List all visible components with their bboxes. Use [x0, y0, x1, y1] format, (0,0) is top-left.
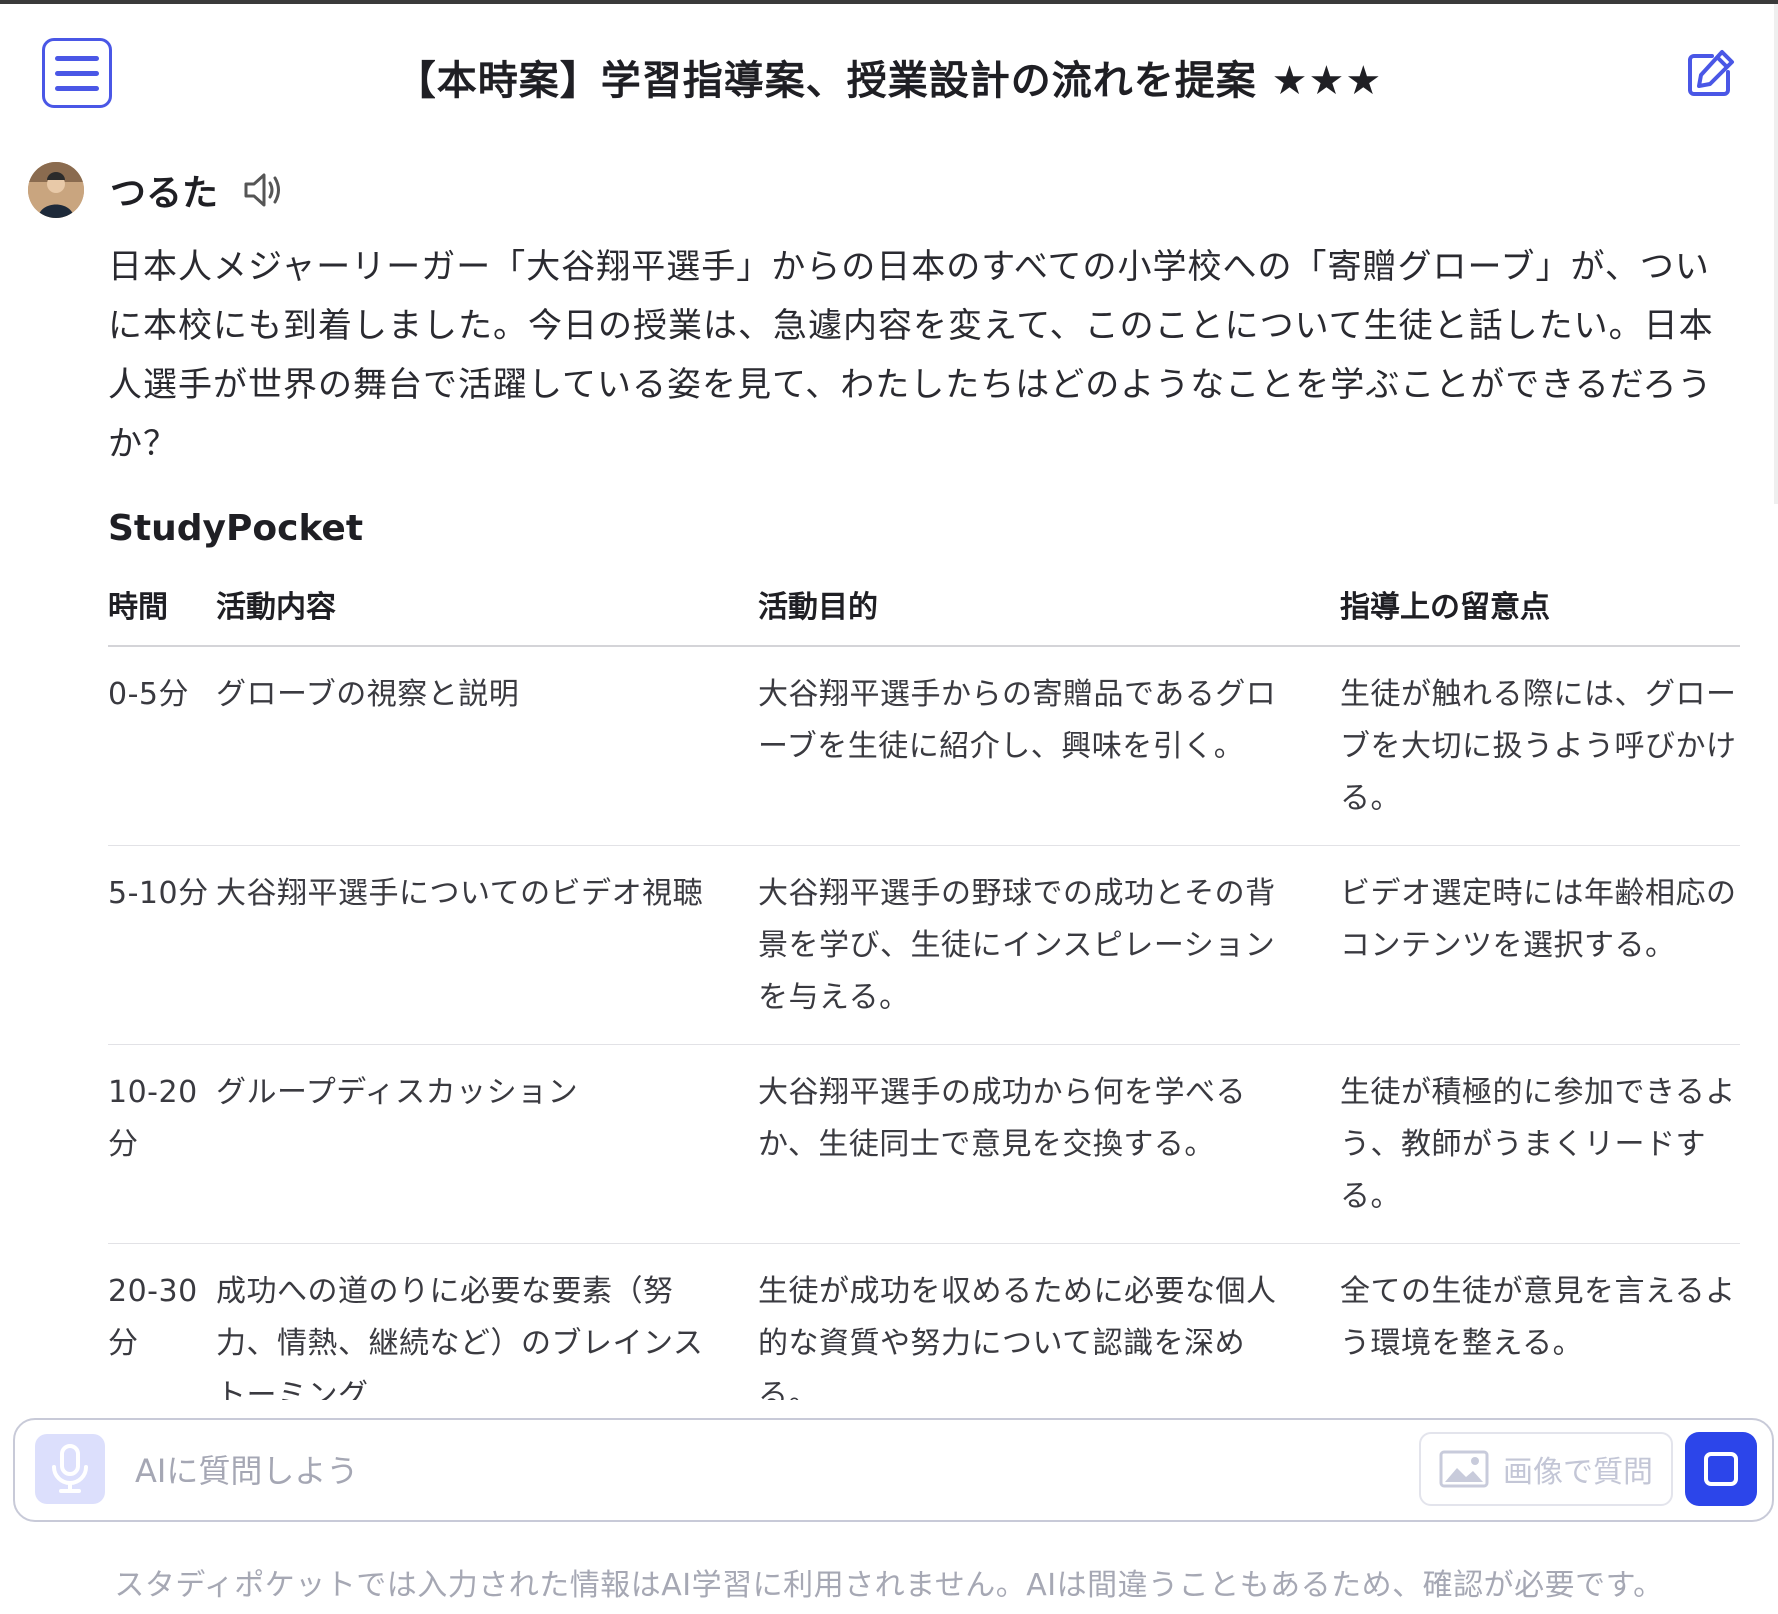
- table-cell: グループディスカッション: [216, 1044, 758, 1244]
- table-cell: 0-5分: [108, 646, 216, 846]
- table-cell: 10-20分: [108, 1044, 216, 1244]
- table-cell: 成功への道のりに必要な要素（努力、情熱、継続など）のブレインストーミング: [216, 1243, 758, 1400]
- avatar-image: [28, 162, 84, 218]
- edit-pencil-icon[interactable]: [1682, 46, 1738, 102]
- chat-input-bar: 画像で質問: [13, 1418, 1774, 1522]
- image-question-button[interactable]: 画像で質問: [1419, 1432, 1673, 1506]
- table-cell: 全ての生徒が意見を言えるよう環境を整える。: [1340, 1243, 1740, 1400]
- column-header-time: 時間: [108, 570, 216, 647]
- stop-square-icon: [1704, 1452, 1738, 1486]
- assistant-name: StudyPocket: [108, 508, 364, 549]
- user-question: 日本人メジャーリーガー「大谷翔平選手」からの日本のすべての小学校への「寄贈グロー…: [108, 247, 1714, 464]
- stop-button[interactable]: [1685, 1432, 1757, 1506]
- table-cell: 20-30分: [108, 1243, 216, 1400]
- column-header-purpose: 活動目的: [758, 570, 1340, 647]
- scrollbar[interactable]: [1774, 4, 1778, 504]
- image-question-label: 画像で質問: [1503, 1455, 1653, 1490]
- table-cell: 生徒が成功を収めるために必要な個人的な資質や努力について認識を深める。: [758, 1243, 1340, 1400]
- avatar: [28, 162, 84, 218]
- user-message-header: つるた: [28, 160, 286, 220]
- user-name: つるた: [110, 173, 219, 214]
- header: 【本時案】学習指導案、授業設計の流れを提案 ★★★: [0, 4, 1778, 144]
- mic-button[interactable]: [35, 1434, 105, 1504]
- lesson-plan-table: 時間 活動内容 活動目的 指導上の留意点 0-5分 グローブの視察と説明 大谷翔…: [108, 570, 1740, 1400]
- column-header-activity: 活動内容: [216, 570, 758, 647]
- table-cell: グローブの視察と説明: [216, 646, 758, 846]
- table-row: 5-10分 大谷翔平選手についてのビデオ視聴 大谷翔平選手の野球での成功とその背…: [108, 845, 1740, 1045]
- table-cell: 大谷翔平選手についてのビデオ視聴: [216, 845, 758, 1045]
- chat-input[interactable]: [135, 1444, 1135, 1498]
- hamburger-line: [55, 70, 99, 76]
- speaker-icon[interactable]: [240, 167, 286, 213]
- table-row: 20-30分 成功への道のりに必要な要素（努力、情熱、継続など）のブレインストー…: [108, 1243, 1740, 1400]
- table-cell: 大谷翔平選手からの寄贈品であるグローブを生徒に紹介し、興味を引く。: [758, 646, 1340, 846]
- column-header-notes: 指導上の留意点: [1340, 570, 1740, 647]
- page-title: 【本時案】学習指導案、授業設計の流れを提案 ★★★: [395, 58, 1383, 104]
- menu-button[interactable]: [42, 38, 112, 108]
- table-cell: 大谷翔平選手の成功から何を学べるか、生徒同士で意見を交換する。: [758, 1044, 1340, 1244]
- table-row: 10-20分 グループディスカッション 大谷翔平選手の成功から何を学べるか、生徒…: [108, 1044, 1740, 1244]
- microphone-icon: [52, 1444, 88, 1493]
- table-header-row: 時間 活動内容 活動目的 指導上の留意点: [108, 570, 1740, 647]
- table-cell: ビデオ選定時には年齢相応のコンテンツを選択する。: [1340, 845, 1740, 1045]
- disclaimer-text: スタディポケットでは入力された情報はAI学習に利用されません。AIは間違うことも…: [114, 1568, 1664, 1603]
- image-icon: [1439, 1450, 1489, 1488]
- table-cell: 生徒が触れる際には、グローブを大切に扱うよう呼びかける。: [1340, 646, 1740, 846]
- table-cell: 大谷翔平選手の野球での成功とその背景を学び、生徒にインスピレーションを与える。: [758, 845, 1340, 1045]
- table-row: 0-5分 グローブの視察と説明 大谷翔平選手からの寄贈品であるグローブを生徒に紹…: [108, 646, 1740, 846]
- table-cell: 5-10分: [108, 845, 216, 1045]
- hamburger-menu-icon: [55, 55, 99, 61]
- hamburger-line: [55, 85, 99, 91]
- table-cell: 生徒が積極的に参加できるよう、教師がうまくリードする。: [1340, 1044, 1740, 1244]
- lesson-plan-table-container[interactable]: 時間 活動内容 活動目的 指導上の留意点 0-5分 グローブの視察と説明 大谷翔…: [108, 570, 1740, 1400]
